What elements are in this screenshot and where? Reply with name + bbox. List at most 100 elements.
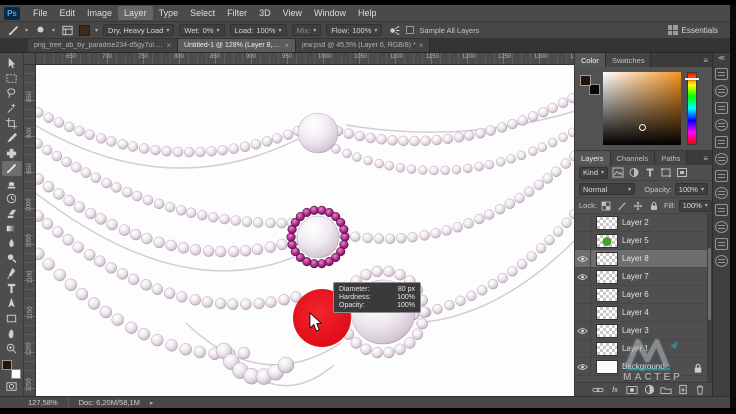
- collapse-panels-icon[interactable]: ≪: [718, 55, 725, 63]
- foreground-swatch[interactable]: [580, 75, 591, 86]
- layer-style-icon[interactable]: fx: [609, 384, 621, 395]
- horizontal-ruler[interactable]: 650 700 750 800 850 900 950 1000 1050 1100 1150 120…: [36, 53, 574, 65]
- tab-close-icon[interactable]: ×: [284, 41, 289, 50]
- panel-tab[interactable]: Swatches: [605, 53, 652, 67]
- menu-item[interactable]: Select: [184, 6, 221, 20]
- tool-preset-dropdown-arrow[interactable]: ▾: [25, 27, 28, 34]
- path-selection-tool[interactable]: [2, 296, 22, 311]
- menu-item[interactable]: View: [277, 6, 308, 20]
- brush-preset-picker-icon[interactable]: [33, 24, 47, 37]
- zoom-tool[interactable]: [2, 341, 22, 356]
- brush-load-swatch[interactable]: [79, 24, 91, 36]
- new-layer-icon[interactable]: [677, 384, 689, 395]
- gradient-tool[interactable]: [2, 221, 22, 236]
- menu-item[interactable]: Edit: [54, 6, 82, 20]
- document-tab[interactable]: jew.psd @ 45,5% (Layer 6, RGB/8) * ×: [296, 39, 431, 52]
- dock-panel-icon[interactable]: [715, 102, 728, 114]
- hand-tool[interactable]: [2, 326, 22, 341]
- lasso-tool[interactable]: [2, 86, 22, 101]
- brush-load-dropdown-arrow[interactable]: ▾: [95, 27, 98, 34]
- quick-selection-tool[interactable]: [2, 101, 22, 116]
- layer-visibility-toggle[interactable]: [575, 303, 591, 322]
- eraser-tool[interactable]: [2, 206, 22, 221]
- document-tab[interactable]: Untitled-1 @ 128% (Layer 8, RGB/8) * ×: [178, 39, 296, 52]
- history-brush-tool[interactable]: [2, 191, 22, 206]
- layer-row[interactable]: Layer 8: [575, 249, 707, 268]
- layer-visibility-toggle[interactable]: [575, 249, 591, 268]
- opacity-value[interactable]: 100% ▾: [674, 183, 708, 195]
- fill-value[interactable]: 100% ▾: [678, 199, 712, 212]
- layer-thumbnail[interactable]: [596, 323, 618, 338]
- tab-close-icon[interactable]: ×: [166, 41, 171, 50]
- blend-mode-select[interactable]: Normal ▾: [579, 183, 635, 195]
- layer-thumbnail[interactable]: [596, 233, 618, 248]
- brush-tool[interactable]: [1, 161, 22, 176]
- layer-row[interactable]: Layer 4: [575, 303, 707, 322]
- layer-visibility-toggle[interactable]: [575, 267, 591, 286]
- pen-tool[interactable]: [2, 266, 22, 281]
- brush-preset-dropdown-arrow[interactable]: ▾: [52, 27, 55, 34]
- menu-item[interactable]: 3D: [253, 6, 277, 20]
- blur-tool[interactable]: [2, 236, 22, 251]
- layer-thumbnail[interactable]: [596, 269, 618, 284]
- eyedropper-tool[interactable]: [2, 131, 22, 146]
- ruler-origin-corner[interactable]: [24, 53, 36, 65]
- panel-menu-icon[interactable]: ≡: [699, 53, 712, 67]
- dock-panel-icon[interactable]: [715, 187, 728, 199]
- lock-pixels-icon[interactable]: [616, 200, 629, 212]
- panel-tab[interactable]: Paths: [655, 151, 688, 165]
- smart-object-filter-icon[interactable]: [675, 167, 688, 179]
- document-tab[interactable]: png_tree_ab_by_paradise234-d5gy7ul.png @…: [28, 39, 178, 52]
- crop-tool[interactable]: [2, 116, 22, 131]
- layer-row[interactable]: Layer 5: [575, 231, 707, 250]
- zoom-level-field[interactable]: 127,58%: [28, 398, 58, 407]
- menu-item[interactable]: Type: [153, 6, 185, 20]
- airbrush-icon[interactable]: [387, 24, 401, 37]
- layer-thumbnail[interactable]: [596, 341, 618, 356]
- hue-slider-indicator[interactable]: [685, 78, 699, 80]
- type-tool[interactable]: [2, 281, 22, 296]
- layer-filter-kind-select[interactable]: Kind ▾: [579, 166, 609, 179]
- layer-visibility-toggle[interactable]: [575, 321, 591, 340]
- vertical-ruler[interactable]: 850 900 950 1000 1050 1100 1150 1200 1250: [24, 65, 36, 396]
- adjustment-layer-icon[interactable]: [643, 384, 655, 395]
- layer-thumbnail[interactable]: [596, 305, 618, 320]
- toggle-brush-panel-icon[interactable]: [60, 24, 74, 37]
- color-picker-indicator[interactable]: [639, 124, 646, 131]
- marquee-tool[interactable]: [2, 71, 22, 86]
- layer-row[interactable]: Layer 6: [575, 285, 707, 304]
- layer-row[interactable]: Layer 2: [575, 214, 707, 232]
- layer-mask-icon[interactable]: [626, 384, 638, 395]
- healing-brush-tool[interactable]: [2, 146, 22, 161]
- layer-thumbnail[interactable]: [596, 215, 618, 230]
- background-color-swatch[interactable]: [11, 369, 21, 379]
- dock-panel-icon[interactable]: [715, 221, 728, 233]
- tab-close-icon[interactable]: ×: [419, 41, 424, 50]
- menu-item[interactable]: Image: [81, 6, 118, 20]
- layer-row[interactable]: Layer 1: [575, 339, 707, 358]
- color-swatch-pair[interactable]: [580, 75, 600, 95]
- layer-visibility-toggle[interactable]: [575, 285, 591, 304]
- clone-stamp-tool[interactable]: [2, 176, 22, 191]
- panel-tab[interactable]: Color: [575, 53, 606, 67]
- foreground-color-swatch[interactable]: [2, 360, 12, 370]
- layer-thumbnail[interactable]: [596, 251, 618, 266]
- sample-all-layers-checkbox[interactable]: [406, 26, 415, 34]
- panel-tab[interactable]: Layers: [575, 151, 611, 165]
- dock-panel-icon[interactable]: [715, 255, 728, 267]
- pixel-filter-icon[interactable]: [611, 167, 624, 179]
- workspace-switcher[interactable]: Essentials: [667, 25, 718, 35]
- dock-panel-icon[interactable]: [715, 136, 728, 148]
- dock-panel-icon[interactable]: [715, 170, 728, 182]
- menu-item[interactable]: Filter: [221, 6, 253, 20]
- adjustment-filter-icon[interactable]: [627, 167, 640, 179]
- saturation-brightness-picker[interactable]: [603, 72, 681, 145]
- dock-panel-icon[interactable]: [715, 68, 728, 80]
- panel-tab[interactable]: Channels: [610, 151, 656, 165]
- flow-control[interactable]: Flow: 100% ▾: [326, 24, 383, 36]
- layer-visibility-toggle[interactable]: [575, 357, 591, 376]
- layer-group-icon[interactable]: [660, 384, 672, 395]
- menu-item[interactable]: Window: [308, 6, 352, 20]
- dock-panel-icon[interactable]: [715, 204, 728, 216]
- dock-panel-icon[interactable]: [715, 119, 728, 131]
